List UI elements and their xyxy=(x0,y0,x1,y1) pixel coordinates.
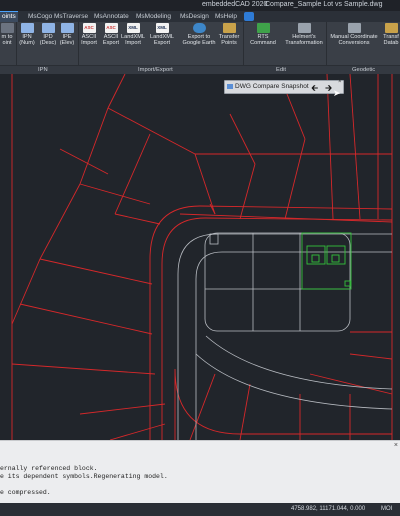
point-button[interactable]: m to oint xyxy=(0,23,14,46)
tab-msannotate[interactable]: MsAnnotate xyxy=(92,12,131,22)
rts-command-button[interactable]: RTS Command xyxy=(246,23,280,46)
title-bar: embeddedCAD 2020 Compare_Sample Lot vs S… xyxy=(0,0,400,11)
parcel-line xyxy=(309,373,393,395)
mouse-cursor-icon: ➤ xyxy=(333,88,341,98)
arrow-left-icon[interactable]: 🡰 xyxy=(311,81,318,97)
parcel-lines xyxy=(11,73,393,441)
command-history-line: e its dependent symbols.Regenerating mod… xyxy=(0,473,168,480)
parcel-line xyxy=(174,368,241,440)
panel-label-edit: Edit xyxy=(276,67,286,73)
parcel-line xyxy=(19,303,153,335)
ribbon: m to oint IPN (Num) IPD (Desc) IPE (Elev… xyxy=(0,22,400,65)
ascii-import-button[interactable]: ASC ASCII Import xyxy=(78,23,100,46)
ipe-button[interactable]: IPE (Elev) xyxy=(58,23,76,46)
arrow-right-icon[interactable]: 🡲 xyxy=(325,81,332,97)
tab-mstraverse[interactable]: MsTraverse xyxy=(52,12,90,22)
parcel-line xyxy=(59,148,109,175)
parcel-line xyxy=(239,163,256,220)
status-bar: 4758.982, 11171.044, 0.000 MOI xyxy=(0,503,400,516)
tab-mshelp[interactable]: MsHelp xyxy=(213,12,239,22)
ribbon-toggle-icon[interactable] xyxy=(244,12,254,21)
ascii-export-icon: ASC xyxy=(104,23,118,33)
road-edge-inner xyxy=(195,251,392,440)
parcel-line xyxy=(79,107,109,185)
compared-building[interactable] xyxy=(301,232,352,290)
command-line[interactable]: × ernally referenced block. e its depend… xyxy=(0,440,400,504)
tab-points[interactable]: oints xyxy=(0,11,18,22)
tab-msdesign[interactable]: MsDesign xyxy=(178,12,211,22)
import-points-elev-icon xyxy=(60,23,74,33)
ribbon-tabs: oints MsCogo MsTraverse MsAnnotate MsMod… xyxy=(0,11,400,22)
building-detail xyxy=(331,254,340,263)
panel-label-ipn: IPN xyxy=(38,67,48,73)
road-lines xyxy=(177,232,393,440)
app-title: embeddedCAD 2020 xyxy=(202,1,268,8)
building-footprint xyxy=(301,232,352,290)
block-outline xyxy=(204,232,351,332)
parcel-line xyxy=(349,353,393,360)
google-earth-icon xyxy=(192,23,206,33)
parcel-line xyxy=(109,423,166,441)
road-edge xyxy=(205,335,393,390)
panel-label-geodetic: Geodetic xyxy=(352,67,376,73)
lot-marker xyxy=(209,233,219,245)
parcel-line xyxy=(284,88,306,140)
parcel-line xyxy=(39,258,153,285)
road-curb-outer xyxy=(149,205,393,440)
parcel-line xyxy=(229,113,256,165)
import-points-desc-icon xyxy=(41,23,55,33)
transform-database-icon xyxy=(384,23,398,33)
transform-database-button[interactable]: Transf Datab xyxy=(382,23,400,46)
manual-coordinate-conversions-button[interactable]: Manual Coordinate Conversions xyxy=(326,23,382,46)
document-title: Compare_Sample Lot vs Sample.dwg xyxy=(265,1,383,8)
road-edge-outer xyxy=(177,233,392,440)
parcel-line xyxy=(11,258,41,325)
ascii-import-icon: ASC xyxy=(82,23,96,33)
parcel-line xyxy=(39,183,81,260)
ipn-button[interactable]: IPN (Num) xyxy=(18,23,36,46)
landxml-import-button[interactable]: XML LandXML Import xyxy=(119,23,147,46)
parcel-line xyxy=(349,73,361,220)
landxml-export-icon: XML xyxy=(155,23,169,33)
close-icon[interactable]: × xyxy=(338,79,342,85)
helmert-icon xyxy=(297,23,311,33)
landxml-import-icon: XML xyxy=(126,23,140,33)
tab-msmodeling[interactable]: MsModeling xyxy=(134,12,173,22)
drawing-canvas[interactable] xyxy=(0,73,400,441)
parcel-line xyxy=(79,403,166,415)
ipd-button[interactable]: IPD (Desc) xyxy=(38,23,58,46)
parcel-line xyxy=(79,183,151,205)
model-space-toggle[interactable]: MOI xyxy=(381,506,392,512)
coordinate-readout: 4758.982, 11171.044, 0.000 xyxy=(291,506,366,512)
command-close-icon[interactable]: × xyxy=(394,442,398,449)
transfer-points-button[interactable]: Transfer Points xyxy=(218,23,240,46)
snapshot-label: DWG Compare Snapshot xyxy=(235,83,309,90)
point-icon xyxy=(0,23,14,33)
parcel-line xyxy=(11,363,156,375)
dwg-compare-toolbar: DWG Compare Snapshot 🡰 🡲 xyxy=(224,80,344,94)
command-history-line: e compressed. xyxy=(0,489,51,496)
import-points-number-icon xyxy=(20,23,34,33)
transfer-points-icon xyxy=(222,23,236,33)
building-marker xyxy=(344,280,351,287)
panel-label-import-export: Import/Export xyxy=(138,67,173,73)
rts-command-icon xyxy=(256,23,270,33)
parcel-line xyxy=(239,383,251,441)
export-google-earth-button[interactable]: Export to Google Earth xyxy=(180,23,218,46)
drawing-svg xyxy=(11,73,393,441)
helmert-transformation-button[interactable]: Helmert's Transformation xyxy=(282,23,326,46)
parcel-line xyxy=(107,73,126,109)
road-edge xyxy=(195,353,393,410)
snapshot-icon xyxy=(227,84,233,89)
tab-mscogo[interactable]: MsCogo xyxy=(26,12,54,22)
building-detail xyxy=(311,254,320,263)
parcel-line xyxy=(114,213,161,225)
command-history-line: ernally referenced block. xyxy=(0,465,98,472)
parcel-line xyxy=(194,153,216,215)
landxml-export-button[interactable]: XML LandXML Export xyxy=(148,23,176,46)
parcel-line xyxy=(107,107,196,155)
coordinate-conversion-icon xyxy=(347,23,361,33)
parcel-line xyxy=(114,133,151,215)
